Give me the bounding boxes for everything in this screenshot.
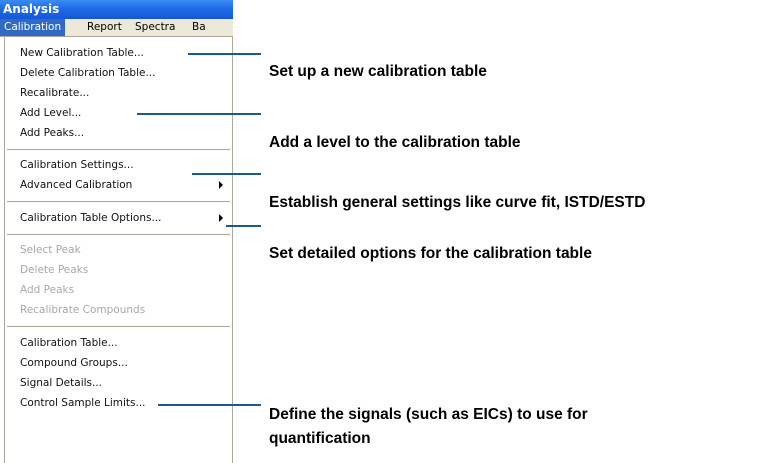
menu-report[interactable]: Report xyxy=(83,19,126,36)
menu-item-add-peaks-disabled: Add Peaks xyxy=(20,284,75,296)
menu-item-add-peaks[interactable]: Add Peaks... xyxy=(20,126,84,140)
menu-separator xyxy=(7,201,230,202)
annotation-new-table: Set up a new calibration table xyxy=(269,63,487,80)
callout-line-signal-details xyxy=(158,404,261,406)
menu-calibration[interactable]: Calibration xyxy=(0,19,66,36)
annotation-signals-line1: Define the signals (such as EICs) to use… xyxy=(269,406,588,423)
annotation-table-options: Set detailed options for the calibration… xyxy=(269,245,592,262)
annotation-signals-line2: quantification xyxy=(269,430,371,447)
menu-item-new-calibration-table[interactable]: New Calibration Table... xyxy=(20,46,144,60)
submenu-arrow-icon xyxy=(219,181,223,189)
menu-item-delete-peaks: Delete Peaks xyxy=(20,264,89,276)
window-title: Analysis xyxy=(0,0,233,19)
menu-separator xyxy=(7,234,230,235)
callout-line-settings xyxy=(192,173,261,175)
callout-line-new-table xyxy=(188,53,261,55)
menu-item-recalibrate[interactable]: Recalibrate... xyxy=(20,86,89,100)
menu-item-advanced-calibration[interactable]: Advanced Calibration xyxy=(20,178,132,192)
callout-line-table-options xyxy=(226,225,261,227)
menu-separator xyxy=(7,326,230,327)
menu-item-add-level[interactable]: Add Level... xyxy=(20,106,81,120)
menu-item-delete-calibration-table[interactable]: Delete Calibration Table... xyxy=(20,66,155,80)
menu-item-calibration-settings[interactable]: Calibration Settings... xyxy=(20,158,134,172)
menu-item-control-sample-limits[interactable]: Control Sample Limits... xyxy=(20,396,146,410)
submenu-arrow-icon xyxy=(219,214,223,222)
annotation-add-level: Add a level to the calibration table xyxy=(269,134,521,151)
menu-item-select-peak: Select Peak xyxy=(20,244,81,256)
calibration-dropdown-menu: New Calibration Table... Delete Calibrat… xyxy=(4,37,233,463)
callout-line-add-level xyxy=(137,113,261,115)
menu-item-recalibrate-compounds: Recalibrate Compounds xyxy=(20,304,146,316)
menu-item-compound-groups[interactable]: Compound Groups... xyxy=(20,356,128,370)
menu-batch[interactable]: Ba xyxy=(188,19,210,36)
menu-separator xyxy=(7,149,230,150)
menu-spectra[interactable]: Spectra xyxy=(131,19,179,36)
menu-item-signal-details[interactable]: Signal Details... xyxy=(20,376,102,390)
menu-item-calibration-table-options[interactable]: Calibration Table Options... xyxy=(20,211,161,225)
menu-bar: Calibration Report Spectra Ba xyxy=(0,19,233,37)
menu-item-calibration-table[interactable]: Calibration Table... xyxy=(20,336,118,350)
annotation-settings: Establish general settings like curve fi… xyxy=(269,194,646,211)
